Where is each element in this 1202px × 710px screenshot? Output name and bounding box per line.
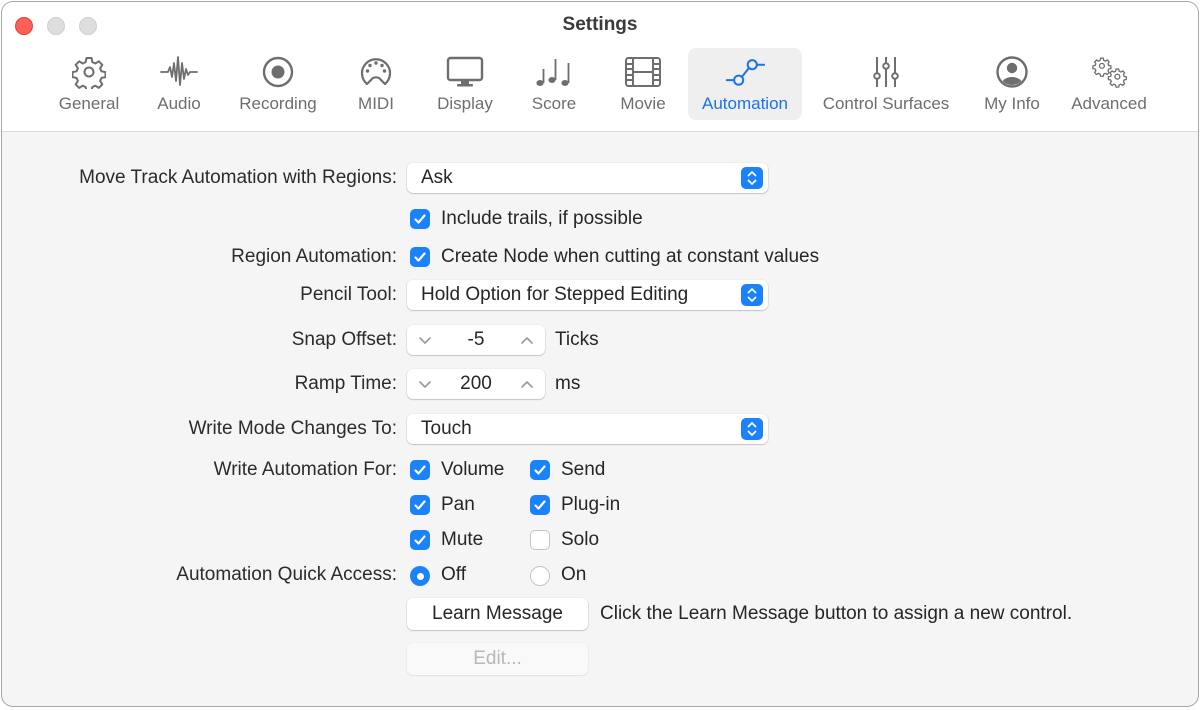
increment-chevron-icon[interactable]: [519, 376, 535, 392]
tab-general[interactable]: General: [53, 48, 125, 120]
snap-offset-stepper[interactable]: -5: [407, 325, 545, 355]
popup-value: Touch: [421, 418, 472, 439]
pan-checkbox[interactable]: [410, 495, 430, 515]
plug-in-label: Plug-in: [561, 494, 621, 515]
person-circle-icon: [992, 54, 1032, 90]
tab-label: Display: [437, 94, 493, 113]
automation-settings-pane: Move Track Automation with Regions: Ask …: [2, 132, 1198, 706]
popup-value: Hold Option for Stepped Editing: [421, 284, 689, 305]
mute-label: Mute: [441, 529, 484, 550]
title-bar: Settings General Audio Recording MIDI Di…: [2, 2, 1198, 132]
popup-chevrons-icon: [741, 167, 763, 189]
quick-access-on-label: On: [561, 564, 587, 585]
checkmark-icon: [414, 252, 426, 262]
tab-recording[interactable]: Recording: [230, 48, 326, 120]
gear-icon: [69, 54, 109, 90]
music-notes-icon: [534, 54, 574, 90]
tab-midi[interactable]: MIDI: [348, 48, 404, 120]
snap-offset-label: Snap Offset:: [291, 329, 397, 350]
tab-label: My Info: [984, 94, 1040, 113]
checkmark-icon: [414, 535, 426, 545]
tab-label: Control Surfaces: [822, 94, 950, 113]
region-automation-label: Region Automation:: [231, 246, 397, 267]
popup-value: Ask: [421, 167, 453, 188]
include-trails-label: Include trails, if possible: [441, 208, 643, 229]
create-node-label: Create Node when cutting at constant val…: [441, 246, 820, 267]
pencil-tool-label: Pencil Tool:: [300, 284, 397, 305]
tab-movie[interactable]: Movie: [611, 48, 675, 120]
send-label: Send: [561, 459, 606, 480]
ramp-time-value[interactable]: 200: [437, 373, 515, 395]
monitor-icon: [445, 54, 485, 90]
mute-checkbox[interactable]: [410, 530, 430, 550]
solo-checkbox[interactable]: [530, 530, 550, 550]
write-mode-changes-popup[interactable]: Touch: [407, 414, 768, 444]
include-trails-checkbox[interactable]: [410, 209, 430, 229]
tab-label: Score: [531, 94, 577, 113]
edit-button[interactable]: Edit...: [407, 643, 588, 675]
tab-advanced[interactable]: Advanced: [1064, 48, 1154, 120]
tab-label: Recording: [239, 94, 317, 113]
checkmark-icon: [414, 214, 426, 224]
sliders-icon: [866, 54, 906, 90]
window-title: Settings: [562, 14, 638, 35]
volume-checkbox[interactable]: [410, 460, 430, 480]
move-track-automation-label: Move Track Automation with Regions:: [79, 167, 397, 188]
tab-label: General: [58, 94, 120, 113]
tab-my-info[interactable]: My Info: [976, 48, 1048, 120]
ramp-time-unit: ms: [555, 373, 581, 394]
snap-offset-value[interactable]: -5: [437, 329, 515, 351]
tab-label: Audio: [157, 94, 201, 113]
tab-label: Automation: [702, 94, 788, 113]
tab-audio[interactable]: Audio: [148, 48, 210, 120]
checkmark-icon: [414, 500, 426, 510]
tab-label: MIDI: [358, 94, 394, 113]
checkmark-icon: [534, 465, 546, 475]
create-node-checkbox[interactable]: [410, 247, 430, 267]
checkmark-icon: [414, 465, 426, 475]
record-icon: [258, 54, 298, 90]
gears-icon: [1089, 54, 1129, 90]
quick-access-off-radio[interactable]: [410, 566, 430, 586]
tab-score[interactable]: Score: [523, 48, 585, 120]
decrement-chevron-icon[interactable]: [417, 376, 433, 392]
midi-connector-icon: [356, 54, 396, 90]
checkmark-icon: [534, 500, 546, 510]
settings-window: Settings General Audio Recording MIDI Di…: [1, 1, 1199, 707]
automation-quick-access-label: Automation Quick Access:: [176, 564, 397, 585]
snap-offset-unit: Ticks: [555, 329, 599, 350]
tab-control-surfaces[interactable]: Control Surfaces: [812, 48, 960, 120]
write-automation-for-label: Write Automation For:: [213, 459, 397, 480]
popup-chevrons-icon: [741, 284, 763, 306]
solo-label: Solo: [561, 529, 600, 550]
quick-access-off-label: Off: [441, 564, 466, 585]
learn-message-button[interactable]: Learn Message: [407, 598, 588, 630]
write-mode-changes-label: Write Mode Changes To:: [188, 418, 397, 439]
film-icon: [623, 54, 663, 90]
settings-toolbar: General Audio Recording MIDI Display Sco…: [2, 48, 1198, 120]
popup-chevrons-icon: [741, 418, 763, 440]
volume-label: Volume: [441, 459, 505, 480]
tab-label: Movie: [620, 94, 666, 113]
tab-label: Advanced: [1071, 94, 1147, 113]
quick-access-on-radio[interactable]: [530, 566, 550, 586]
send-checkbox[interactable]: [530, 460, 550, 480]
plug-in-checkbox[interactable]: [530, 495, 550, 515]
tab-automation[interactable]: Automation: [688, 48, 802, 120]
learn-message-hint: Click the Learn Message button to assign…: [600, 603, 1073, 624]
ramp-time-label: Ramp Time:: [294, 373, 397, 394]
pan-label: Pan: [441, 494, 475, 515]
move-track-automation-popup[interactable]: Ask: [407, 163, 768, 193]
tab-display[interactable]: Display: [426, 48, 504, 120]
decrement-chevron-icon[interactable]: [417, 332, 433, 348]
ramp-time-stepper[interactable]: 200: [407, 369, 545, 399]
automation-curve-icon: [725, 54, 765, 90]
increment-chevron-icon[interactable]: [519, 332, 535, 348]
pencil-tool-popup[interactable]: Hold Option for Stepped Editing: [407, 280, 768, 310]
waveform-icon: [159, 54, 199, 90]
